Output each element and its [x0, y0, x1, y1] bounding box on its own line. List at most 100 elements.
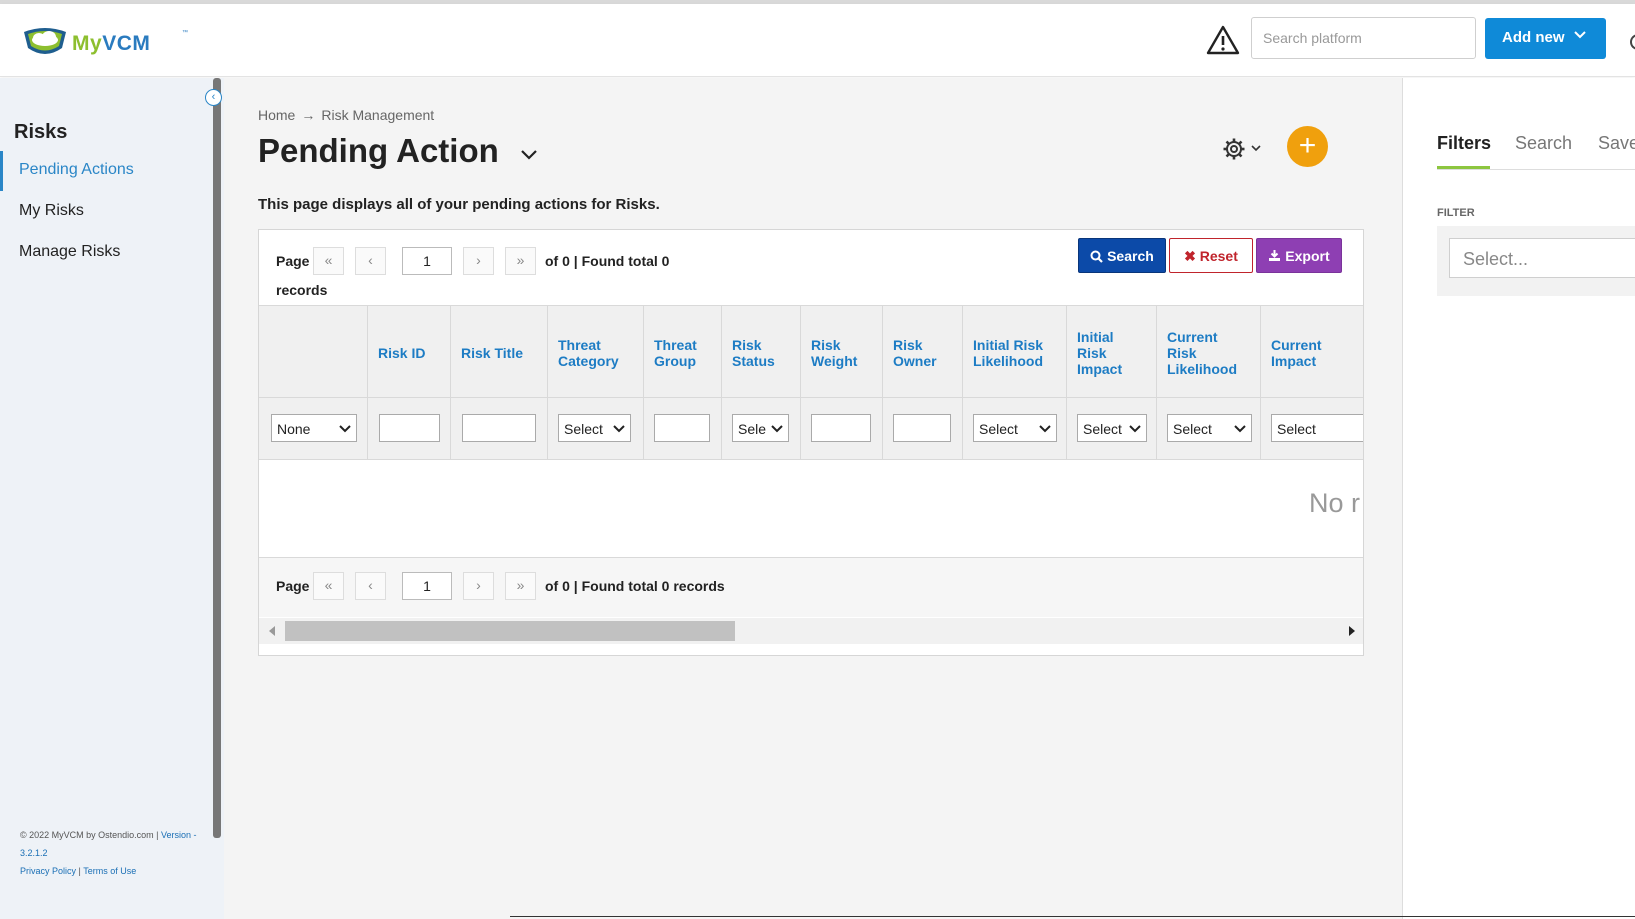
current-likelihood-filter-value: Select: [1173, 421, 1212, 437]
column-header-threat-category[interactable]: Threat Category: [548, 306, 644, 399]
platform-search-input[interactable]: Search platform: [1251, 17, 1476, 59]
current-impact-filter-value: Select: [1277, 421, 1316, 437]
chevron-down-icon: [613, 423, 625, 433]
column-header-current-risk-likelihood[interactable]: Current Risk Likelihood: [1157, 306, 1261, 399]
chevron-down-icon: [771, 423, 783, 433]
scroll-left-arrow-icon[interactable]: [269, 626, 275, 636]
tab-filters[interactable]: Filters: [1437, 133, 1491, 154]
threat-group-filter-input[interactable]: [654, 414, 710, 442]
sidebar-scrollbar[interactable]: [213, 78, 221, 838]
threat-category-filter-select[interactable]: Select: [558, 414, 631, 442]
search-button-label: Search: [1107, 248, 1154, 264]
column-header-risk-title[interactable]: Risk Title: [451, 306, 548, 399]
chevron-down-icon: [339, 423, 351, 433]
title-dropdown-chevron-icon[interactable]: [520, 148, 538, 162]
collapse-sidebar-icon[interactable]: ‹: [205, 89, 222, 106]
reset-button[interactable]: ✖ Reset: [1169, 238, 1253, 273]
tab-divider: [1437, 169, 1635, 170]
terms-of-use-link[interactable]: Terms of Use: [83, 866, 136, 876]
column-header-initial-risk-likelihood[interactable]: Initial Risk Likelihood: [963, 306, 1067, 399]
pager-top-records: records: [276, 282, 328, 298]
warning-icon[interactable]: [1206, 24, 1240, 56]
initial-impact-filter-select[interactable]: Select: [1077, 414, 1147, 442]
filter-cell: None: [259, 398, 368, 460]
column-header-risk-weight[interactable]: Risk Weight: [801, 306, 883, 399]
column-header-risk-id[interactable]: Risk ID: [368, 306, 451, 399]
filter-panel: [1402, 78, 1635, 919]
scrollbar-thumb[interactable]: [285, 621, 735, 641]
add-new-button[interactable]: Add new: [1485, 18, 1606, 59]
risk-owner-filter-input[interactable]: [893, 414, 951, 442]
filter-cell: Select: [963, 398, 1067, 460]
risk-status-filter-select[interactable]: Sele: [732, 414, 789, 442]
initial-likelihood-filter-select[interactable]: Select: [973, 414, 1057, 442]
export-button-label: Export: [1285, 248, 1330, 264]
page-number-input[interactable]: 1: [402, 572, 452, 600]
risk-title-filter-input[interactable]: [462, 414, 536, 442]
filter-cell: [644, 398, 722, 460]
page-number-input[interactable]: 1: [402, 247, 452, 275]
filter-cell: Select: [1067, 398, 1157, 460]
settings-gear-icon[interactable]: [1222, 137, 1246, 161]
filter-cell: Select: [548, 398, 644, 460]
last-page-button[interactable]: »: [505, 572, 536, 600]
row-select-value: None: [277, 421, 311, 437]
pager-bottom: Page « ‹ 1 › » of 0 | Found total 0 reco…: [259, 557, 1363, 617]
last-page-button[interactable]: »: [505, 247, 536, 275]
first-page-button[interactable]: «: [313, 247, 344, 275]
pager-bottom-summary: of 0 | Found total 0 records: [545, 578, 725, 594]
sidebar-item-my-risks[interactable]: My Risks: [0, 192, 213, 232]
prev-page-button[interactable]: ‹: [355, 247, 386, 275]
myvcm-logo[interactable]: MyVCM ™: [22, 26, 192, 62]
settings-chevron-down-icon[interactable]: [1251, 145, 1261, 153]
column-header-threat-group[interactable]: Threat Group: [644, 306, 722, 399]
scroll-right-arrow-icon[interactable]: [1349, 626, 1355, 636]
chevron-down-icon: [1234, 423, 1246, 433]
filter-cell: Select: [1157, 398, 1261, 460]
sidebar-item-pending-actions[interactable]: Pending Actions: [0, 151, 213, 191]
sidebar-footer: © 2022 MyVCM by Ostendio.com | Version -…: [20, 826, 210, 880]
filter-cell: [368, 398, 451, 460]
export-button[interactable]: Export: [1256, 238, 1342, 273]
pager-bottom-label: Page: [276, 578, 310, 594]
current-impact-filter-select[interactable]: Select: [1271, 414, 1363, 442]
risk-grid: Page « ‹ 1 › » of 0 | Found total 0 reco…: [258, 229, 1364, 656]
row-select-dropdown[interactable]: None: [271, 414, 357, 442]
pager-top-label: Page: [276, 253, 310, 269]
tab-save[interactable]: Save: [1598, 133, 1635, 154]
next-page-button[interactable]: ›: [463, 247, 494, 275]
shield-logo-icon: [24, 28, 66, 54]
search-button[interactable]: Search: [1078, 238, 1166, 273]
chevron-down-icon: [1129, 423, 1141, 433]
pager-top-summary: of 0 | Found total 0: [545, 253, 670, 269]
column-header-initial-risk-impact[interactable]: Initial Risk Impact: [1067, 306, 1157, 399]
first-page-button[interactable]: «: [313, 572, 344, 600]
user-menu-icon[interactable]: [1630, 34, 1635, 50]
column-header-select: [259, 306, 368, 399]
logo-trademark: ™: [182, 30, 188, 36]
copyright-text: © 2022 MyVCM by Ostendio.com |: [20, 830, 162, 840]
download-icon: [1269, 250, 1281, 261]
column-header-risk-status[interactable]: Risk Status: [722, 306, 801, 399]
next-page-button[interactable]: ›: [463, 572, 494, 600]
column-header-current-impact[interactable]: Current Impact: [1261, 306, 1363, 399]
tab-search[interactable]: Search: [1515, 133, 1572, 154]
breadcrumb-arrow-icon: →: [301, 107, 316, 123]
privacy-policy-link[interactable]: Privacy Policy: [20, 866, 76, 876]
risk-id-filter-input[interactable]: [379, 414, 440, 442]
no-records-message: No r: [1309, 488, 1361, 518]
current-likelihood-filter-select[interactable]: Select: [1167, 414, 1252, 442]
chevron-down-icon: [1039, 423, 1051, 433]
breadcrumb-home-link[interactable]: Home: [258, 107, 295, 123]
add-action-button[interactable]: +: [1287, 126, 1328, 167]
sidebar-title: Risks: [14, 121, 68, 143]
prev-page-button[interactable]: ‹: [355, 572, 386, 600]
risk-weight-filter-input[interactable]: [811, 414, 871, 442]
filter-cell: Select: [1261, 398, 1363, 460]
filter-cell: [451, 398, 548, 460]
column-header-risk-owner[interactable]: Risk Owner: [883, 306, 963, 399]
filter-select[interactable]: Select...: [1449, 238, 1635, 278]
breadcrumb-current[interactable]: Risk Management: [321, 107, 434, 123]
horizontal-scrollbar[interactable]: [259, 618, 1363, 644]
sidebar-item-manage-risks[interactable]: Manage Risks: [0, 233, 213, 273]
